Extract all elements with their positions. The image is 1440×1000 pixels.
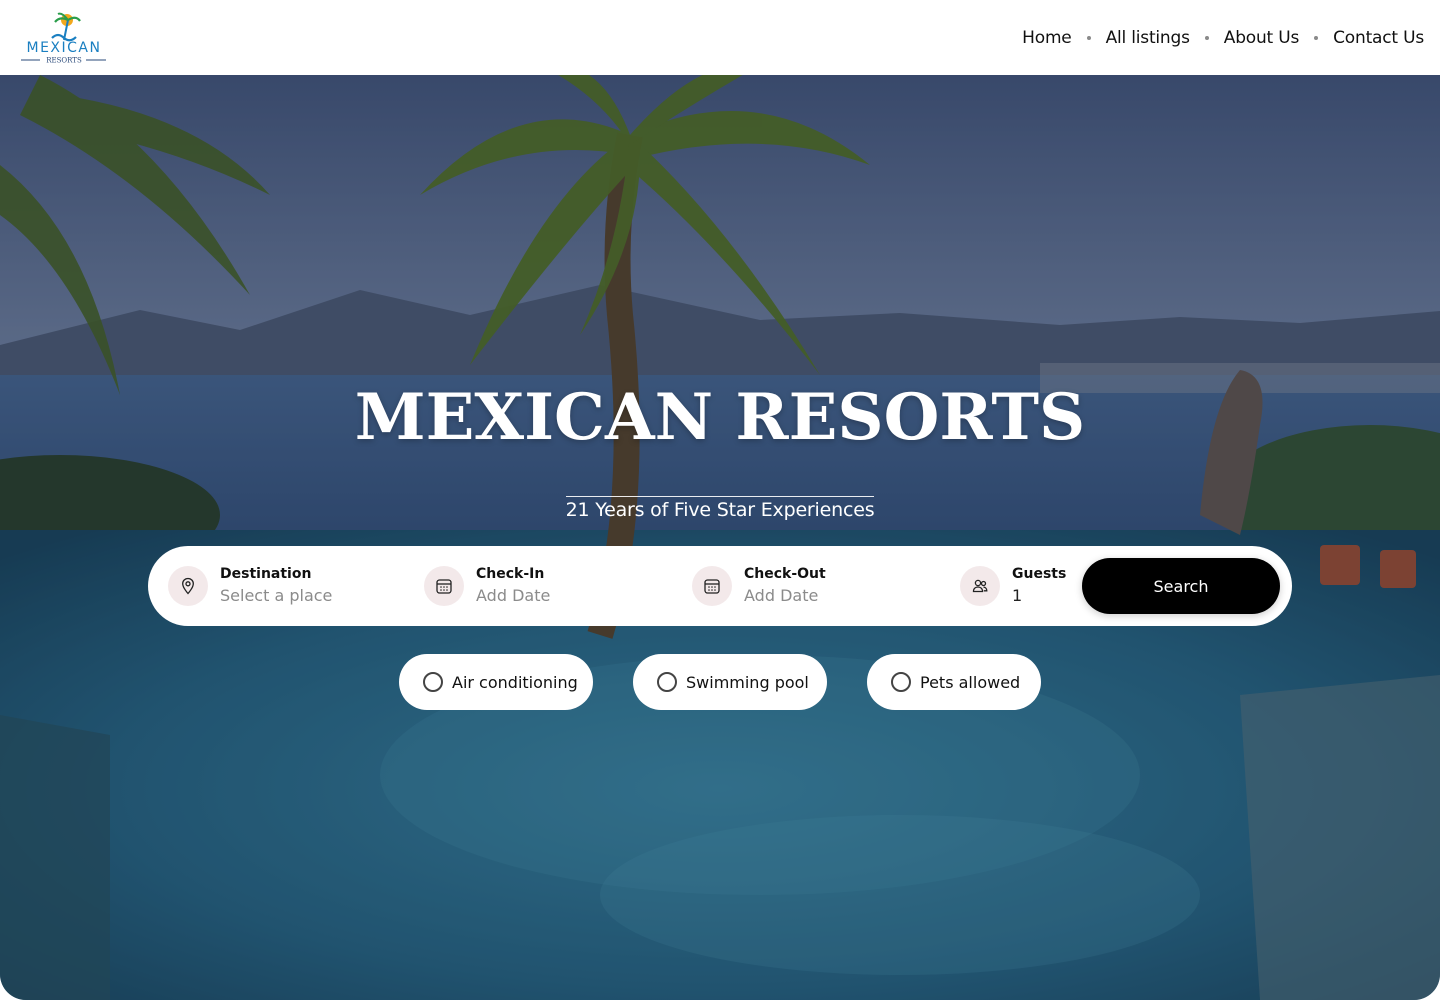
amenity-swimming-pool[interactable]: Swimming pool bbox=[633, 654, 827, 710]
nav-separator bbox=[1314, 35, 1319, 40]
map-pin-icon bbox=[168, 566, 208, 606]
amenity-air-conditioning[interactable]: Air conditioning bbox=[399, 654, 593, 710]
main-nav: Home All listings About Us Contact Us bbox=[1022, 0, 1424, 75]
amenity-label: Swimming pool bbox=[686, 672, 809, 692]
hero-overlay bbox=[0, 75, 1440, 1000]
nav-contact-us[interactable]: Contact Us bbox=[1333, 28, 1424, 48]
destination-value: Select a place bbox=[220, 586, 333, 605]
guests-label: Guests bbox=[1012, 566, 1067, 582]
check-in-label: Check-In bbox=[476, 566, 545, 582]
search-button[interactable]: Search bbox=[1082, 558, 1280, 614]
guests-field[interactable]: Guests 1 bbox=[960, 565, 1066, 607]
check-out-field[interactable]: Check-Out Add Date bbox=[692, 565, 826, 607]
search-bar: Destination Select a place Check-In Add … bbox=[148, 546, 1292, 626]
amenity-label: Pets allowed bbox=[920, 672, 1021, 692]
destination-label: Destination bbox=[220, 566, 312, 582]
palm-logo-icon: MEXICAN RESORTS bbox=[21, 12, 106, 65]
radio-icon[interactable] bbox=[657, 672, 677, 692]
check-out-label: Check-Out bbox=[744, 566, 826, 582]
check-out-value: Add Date bbox=[744, 586, 819, 605]
calendar-icon bbox=[424, 566, 464, 606]
check-in-value: Add Date bbox=[476, 586, 551, 605]
hero-subtitle: 21 Years of Five Star Experiences bbox=[565, 496, 875, 521]
nav-all-listings[interactable]: All listings bbox=[1106, 28, 1190, 48]
amenity-pets-allowed[interactable]: Pets allowed bbox=[867, 654, 1041, 710]
nav-home[interactable]: Home bbox=[1022, 28, 1072, 48]
hero-subtitle-wrap: 21 Years of Five Star Experiences bbox=[0, 496, 1440, 521]
radio-icon[interactable] bbox=[423, 672, 443, 692]
svg-text:RESORTS: RESORTS bbox=[46, 57, 82, 65]
check-in-field[interactable]: Check-In Add Date bbox=[424, 565, 550, 607]
site-logo[interactable]: MEXICAN RESORTS bbox=[18, 10, 110, 66]
svg-text:MEXICAN: MEXICAN bbox=[27, 40, 102, 56]
amenity-label: Air conditioning bbox=[452, 672, 578, 692]
hero-title: MEXICAN RESORTS bbox=[354, 380, 1086, 455]
hero-section: MEXICAN RESORTS 21 Years of Five Star Ex… bbox=[0, 75, 1440, 1000]
site-header: MEXICAN RESORTS Home All listings About … bbox=[0, 0, 1440, 75]
nav-about-us[interactable]: About Us bbox=[1224, 28, 1300, 48]
users-icon bbox=[960, 566, 1000, 606]
radio-icon[interactable] bbox=[891, 672, 911, 692]
calendar-icon bbox=[692, 566, 732, 606]
guests-value: 1 bbox=[1012, 586, 1023, 605]
nav-separator bbox=[1086, 35, 1091, 40]
nav-separator bbox=[1204, 35, 1209, 40]
destination-field[interactable]: Destination Select a place bbox=[168, 565, 332, 607]
